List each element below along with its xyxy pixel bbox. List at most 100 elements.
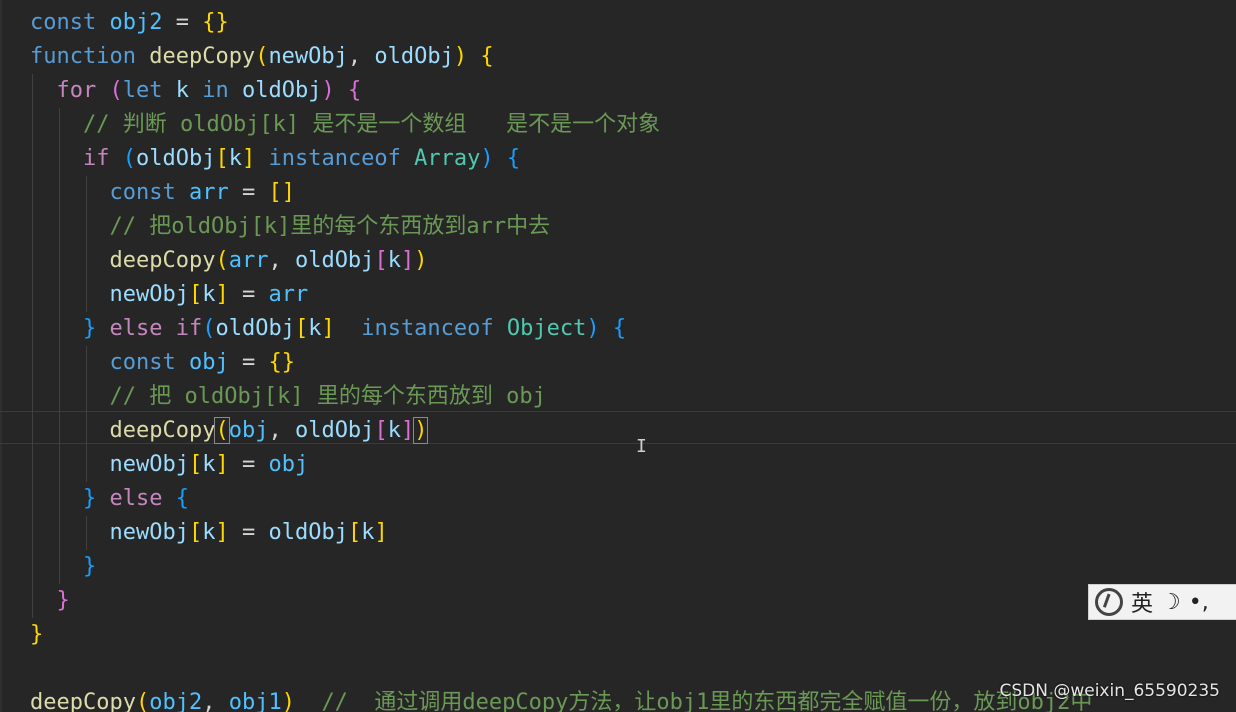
code-token: for: [56, 78, 97, 103]
code-token: let: [122, 78, 163, 103]
code-line[interactable]: for (let k in oldObj) {: [30, 74, 362, 108]
code-line[interactable]: } else if(oldObj[k] instanceof Object) {: [30, 312, 626, 346]
ime-logo-icon[interactable]: [1095, 588, 1123, 616]
code-editor[interactable]: const obj2 = {} function deepCopy(newObj,…: [0, 0, 1236, 712]
code-line[interactable]: deepCopy(obj, oldObj[k]): [30, 414, 429, 448]
code-token: obj2: [149, 690, 203, 712]
code-token: {: [175, 486, 189, 511]
text-cursor-icon: I: [636, 436, 647, 457]
code-token: obj: [188, 350, 229, 375]
code-token: if: [175, 316, 203, 341]
code-line[interactable]: // 判断 oldObj[k] 是不是一个数组 是不是一个对象: [30, 108, 660, 142]
code-token: deepCopy: [109, 418, 216, 443]
code-token: [: [374, 248, 388, 273]
code-token: obj1: [228, 690, 282, 712]
code-token: oldObj: [215, 316, 295, 341]
code-token: {: [506, 146, 521, 171]
code-token: Array: [414, 146, 481, 171]
code-line[interactable]: }: [30, 550, 96, 584]
code-token: =: [228, 180, 269, 205]
code-token: k: [202, 282, 216, 307]
code-token: (: [122, 146, 136, 171]
code-line[interactable]: newObj[k] = arr: [30, 278, 308, 312]
code-line[interactable]: deepCopy(arr, oldObj[k]): [30, 244, 427, 278]
code-line[interactable]: const obj = {}: [30, 346, 294, 380]
code-line[interactable]: }: [30, 584, 70, 618]
code-token: // 通过调用deepCopy方法，让obj1里的东西都完全赋值一份，放到obj…: [321, 690, 1093, 712]
code-token: function: [30, 44, 136, 69]
code-token: (: [135, 690, 150, 712]
code-token: ]: [400, 248, 415, 273]
code-token: ]: [374, 520, 388, 545]
code-line[interactable]: newObj[k] = obj: [30, 448, 308, 482]
code-token: arr: [268, 282, 309, 307]
code-token: (: [214, 417, 230, 444]
code-token: [: [347, 520, 362, 545]
code-token: arr: [188, 180, 229, 205]
code-token: ): [414, 248, 428, 273]
code-line[interactable]: deepCopy(obj2, obj1) // 通过调用deepCopy方法，让…: [30, 686, 1092, 712]
code-line[interactable]: function deepCopy(newObj, oldObj) {: [30, 40, 494, 74]
code-token: [: [294, 316, 309, 341]
code-line[interactable]: const arr = []: [30, 176, 295, 210]
ime-punctuation-icon[interactable]: •,: [1189, 590, 1209, 615]
code-token: if: [82, 146, 110, 171]
code-line[interactable]: const obj2 = {}: [30, 6, 229, 40]
code-token: [: [188, 452, 203, 477]
code-token: ]: [321, 316, 335, 341]
code-line[interactable]: // 把 oldObj[k] 里的每个东西放到 obj: [30, 380, 545, 414]
code-token: newObj: [109, 520, 189, 545]
code-token: [: [374, 418, 388, 443]
code-token: arr: [228, 248, 269, 273]
code-token: ,: [347, 44, 375, 69]
code-token: k: [387, 248, 401, 273]
code-token: ]: [400, 418, 415, 443]
code-token: const: [109, 350, 176, 375]
code-token: obj: [228, 418, 269, 443]
code-line[interactable]: } else {: [30, 482, 189, 516]
code-line[interactable]: if (oldObj[k] instanceof Array) {: [30, 142, 520, 176]
code-token: oldObj: [135, 146, 216, 171]
code-token: [: [215, 146, 229, 171]
code-token: ): [413, 417, 429, 444]
code-token: }: [82, 554, 97, 579]
code-token: []: [268, 180, 295, 205]
code-token: k: [308, 316, 322, 341]
editor-gutter-edge: [0, 0, 2, 712]
code-token: {}: [202, 10, 229, 35]
code-token: (: [215, 248, 229, 273]
code-line[interactable]: }: [30, 618, 43, 652]
code-token: }: [30, 622, 44, 647]
ime-moon-icon[interactable]: ☽: [1161, 590, 1181, 615]
code-token: {: [480, 44, 494, 69]
ime-toolbar[interactable]: 英 ☽ •,: [1088, 584, 1236, 620]
ime-language-label[interactable]: 英: [1131, 586, 1153, 618]
code-token: }: [82, 316, 97, 341]
code-token: ]: [215, 520, 229, 545]
code-line[interactable]: newObj[k] = oldObj[k]: [30, 516, 388, 550]
code-line[interactable]: // 把oldObj[k]里的每个东西放到arr中去: [30, 210, 550, 244]
code-token: ): [281, 690, 295, 712]
code-token: const: [30, 10, 97, 35]
code-token: deepCopy: [30, 690, 136, 712]
code-token: else: [109, 486, 163, 511]
code-token: oldObj: [374, 44, 454, 69]
